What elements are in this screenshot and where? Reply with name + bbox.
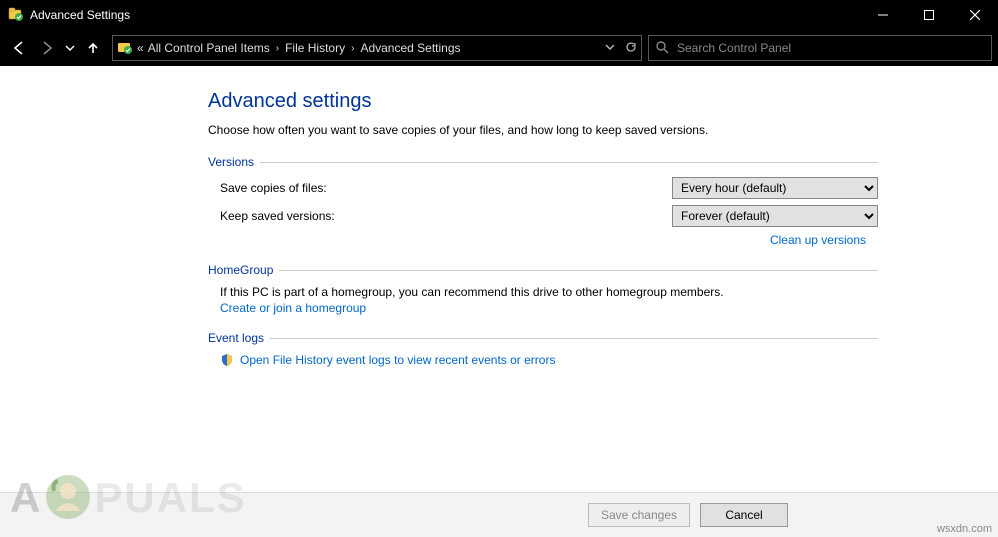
navbar: « All Control Panel Items › File History… <box>0 30 998 66</box>
cancel-button[interactable]: Cancel <box>700 503 788 527</box>
group-header-homegroup: HomeGroup <box>208 263 878 277</box>
link-event-logs[interactable]: Open File History event logs to view rec… <box>240 353 555 367</box>
content-area: Advanced settings Choose how often you w… <box>0 66 998 493</box>
label-save-copies: Save copies of files: <box>220 181 327 195</box>
link-cleanup-versions[interactable]: Clean up versions <box>770 233 866 247</box>
link-create-homegroup[interactable]: Create or join a homegroup <box>220 301 366 315</box>
save-button[interactable]: Save changes <box>588 503 690 527</box>
forward-button[interactable] <box>34 35 60 61</box>
row-keep-saved: Keep saved versions: Forever (default) <box>220 205 878 227</box>
titlebar: Advanced Settings <box>0 0 998 30</box>
search-icon <box>655 40 669 57</box>
search-input[interactable] <box>675 40 985 56</box>
breadcrumb-prefix: « <box>137 41 144 55</box>
text-homegroup: If this PC is part of a homegroup, you c… <box>220 285 878 299</box>
window-controls <box>860 0 998 30</box>
up-button[interactable] <box>80 35 106 61</box>
maximize-button[interactable] <box>906 0 952 30</box>
recent-locations-button[interactable] <box>62 35 78 61</box>
chevron-right-icon[interactable]: › <box>349 43 356 54</box>
minimize-button[interactable] <box>860 0 906 30</box>
page-description: Choose how often you want to save copies… <box>208 123 878 137</box>
refresh-button[interactable] <box>625 41 637 56</box>
group-header-eventlogs: Event logs <box>208 331 878 345</box>
close-button[interactable] <box>952 0 998 30</box>
page-heading: Advanced settings <box>208 90 878 113</box>
back-button[interactable] <box>6 35 32 61</box>
row-save-copies: Save copies of files: Every hour (defaul… <box>220 177 878 199</box>
label-keep-saved: Keep saved versions: <box>220 209 335 223</box>
combo-keep-saved[interactable]: Forever (default) <box>672 205 878 227</box>
window-icon <box>8 7 24 23</box>
combo-save-copies[interactable]: Every hour (default) <box>672 177 878 199</box>
location-icon <box>117 40 133 56</box>
breadcrumb-item[interactable]: File History <box>285 41 345 55</box>
search-box[interactable] <box>648 35 992 61</box>
shield-icon <box>220 353 234 367</box>
window-title: Advanced Settings <box>30 8 130 22</box>
breadcrumb-item[interactable]: Advanced Settings <box>360 41 460 55</box>
breadcrumb-item[interactable]: All Control Panel Items <box>148 41 270 55</box>
group-header-versions: Versions <box>208 155 878 169</box>
address-bar[interactable]: « All Control Panel Items › File History… <box>112 35 642 61</box>
chevron-right-icon[interactable]: › <box>274 43 281 54</box>
address-history-button[interactable] <box>605 41 615 55</box>
footer: Save changes Cancel <box>0 492 998 537</box>
